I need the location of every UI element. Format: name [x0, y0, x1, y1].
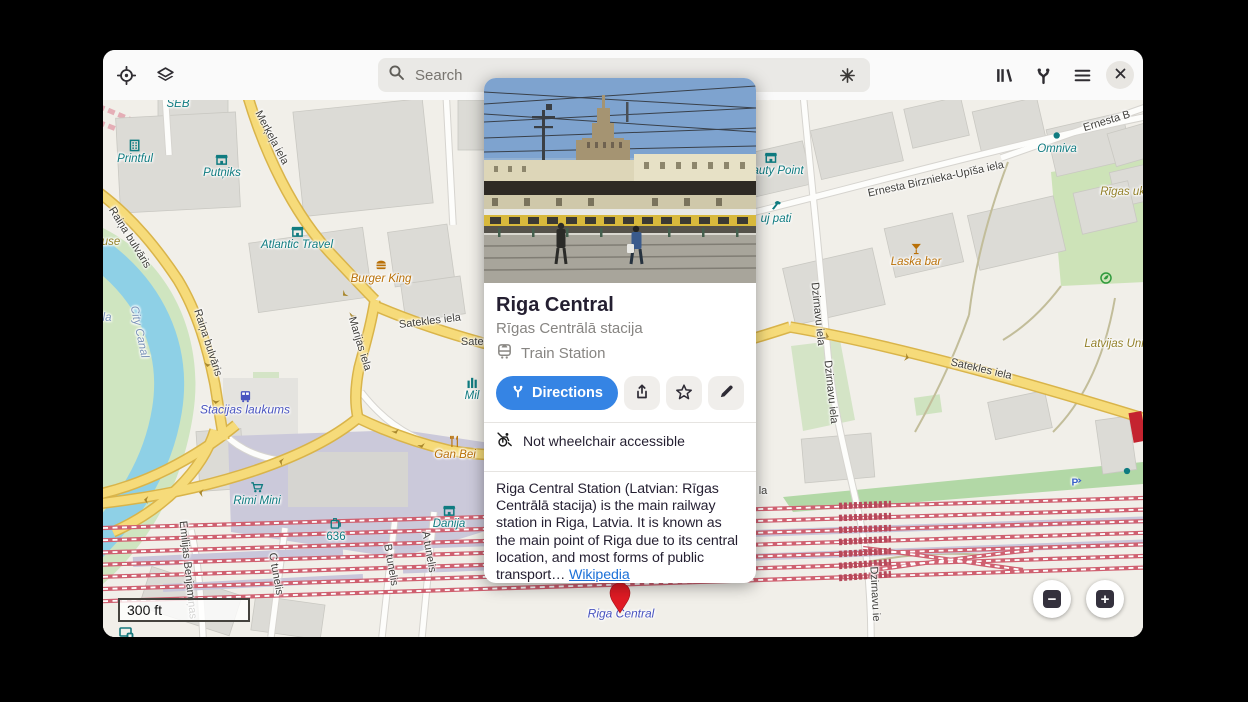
search-icon	[388, 64, 405, 86]
close-icon	[1114, 67, 1127, 83]
directions-label: Directions	[532, 385, 603, 401]
plus-icon: +	[1096, 590, 1114, 608]
place-category: Train Station	[521, 345, 606, 362]
place-card: Riga Central Rīgas Centrālā stacija Trai…	[484, 78, 756, 583]
explore-icon	[839, 67, 856, 84]
layers-icon	[156, 66, 175, 85]
map-pin[interactable]	[603, 581, 637, 620]
locate-icon	[117, 66, 136, 85]
scale-label: 300 ft	[120, 602, 162, 618]
place-title: Riga Central	[496, 294, 744, 317]
edit-button[interactable]	[708, 376, 744, 410]
edit-icon	[718, 383, 735, 403]
place-photo	[484, 78, 756, 283]
layers-button[interactable]	[148, 58, 182, 92]
route-button[interactable]	[1026, 58, 1060, 92]
route-icon	[1034, 66, 1053, 85]
locate-button[interactable]	[109, 58, 143, 92]
not-wheelchair-icon	[496, 431, 513, 451]
close-window-button[interactable]	[1106, 61, 1134, 89]
favorites-button[interactable]	[987, 58, 1021, 92]
share-icon	[633, 383, 651, 404]
menu-button[interactable]	[1065, 58, 1099, 92]
zoom-out-button[interactable]: −	[1033, 580, 1071, 618]
directions-button[interactable]: Directions	[496, 376, 618, 410]
divider	[484, 471, 756, 472]
star-icon	[675, 383, 693, 404]
library-icon	[995, 66, 1014, 85]
attribution-icon[interactable]	[119, 626, 134, 637]
scale-bar: 300 ft	[118, 598, 250, 622]
maps-window: SEBPrintfulPutņiksMerķeļa ielaAtlantic T…	[103, 50, 1143, 637]
menu-icon	[1073, 66, 1092, 85]
zoom-in-button[interactable]: +	[1086, 580, 1124, 618]
explore-poi-button[interactable]	[834, 62, 860, 88]
wikipedia-link[interactable]: Wikipedia	[569, 567, 630, 583]
place-description: Riga Central Station (Latvian: Rīgas Cen…	[496, 481, 744, 583]
minus-icon: −	[1043, 590, 1061, 608]
accessibility-text: Not wheelchair accessible	[523, 433, 685, 449]
train-icon	[496, 343, 513, 364]
place-native-name: Rīgas Centrālā stacija	[496, 320, 744, 337]
share-button[interactable]	[624, 376, 660, 410]
route-icon	[511, 384, 525, 402]
favorite-button[interactable]	[666, 376, 702, 410]
